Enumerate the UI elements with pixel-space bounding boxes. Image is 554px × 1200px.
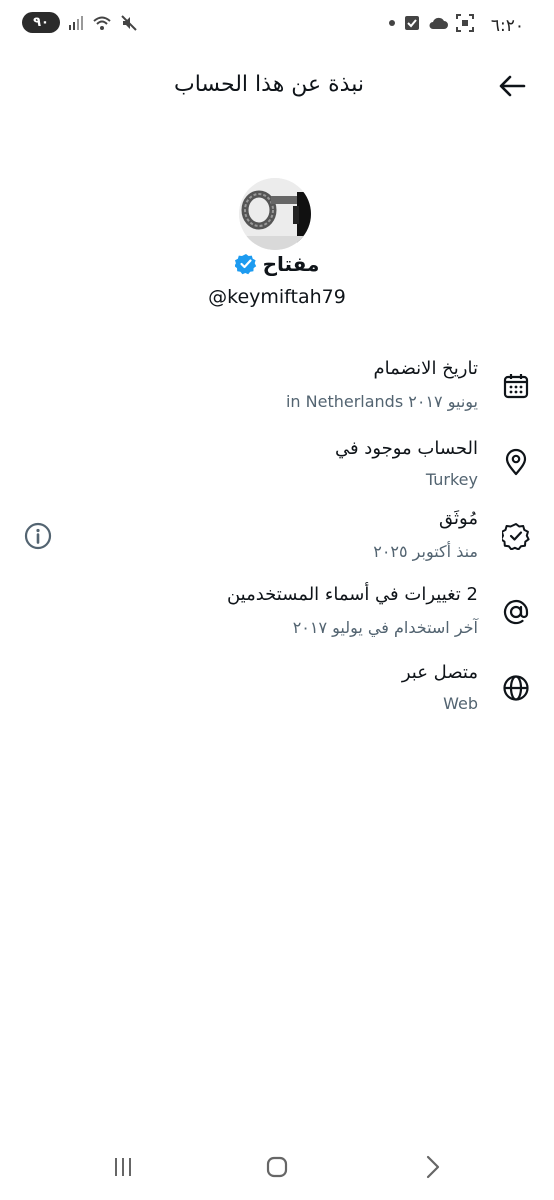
username-last-used: آخر استخدام في يوليو ٢٠١٧ [292,618,478,637]
key-image [239,178,311,250]
globe-icon [503,675,529,701]
wifi-icon [93,16,111,30]
screenshot-icon [456,14,474,32]
connected-via-value: Web [443,694,478,713]
name-row: مفتاح [0,252,554,276]
user-handle: @keymiftah79 [208,286,346,308]
cloud-icon [429,17,448,29]
back-icon[interactable] [418,1152,448,1182]
system-nav-bar [0,1130,554,1200]
detail-location: الحساب موجود في Turkey [0,428,554,498]
detail-join-date: تاريخ الانضمام يونيو ٢٠١٧ in Netherlands [0,350,554,420]
verified-check-icon [234,254,256,275]
location-label: الحساب موجود في [334,438,478,459]
verified-badge-icon [502,523,530,550]
at-sign-icon [503,599,529,625]
detail-verified: مُوثَق منذ أكتوبر ٢٠٢٥ [0,502,554,572]
display-name: مفتاح [262,252,320,276]
calendar-icon [503,374,529,399]
recents-icon[interactable] [108,1152,138,1182]
verified-label: مُوثَق [439,508,478,529]
location-value: Turkey [425,470,478,489]
username-changes-label: 2 تغييرات في أسماء المستخدمين [226,584,478,605]
detail-connected-via: متصل عبر Web [0,656,554,726]
page-title: نبذة عن هذا الحساب [173,72,364,97]
dot-icon [389,20,395,26]
header: نبذة عن هذا الحساب [0,60,554,112]
mute-icon [121,14,137,31]
status-icons-right [388,14,474,32]
signal-icon [69,15,83,30]
status-bar: ٩٠ ٦:٢٠ [0,0,554,52]
detail-username-changes[interactable]: 2 تغييرات في أسماء المستخدمين آخر استخدا… [0,578,554,648]
info-icon[interactable] [24,522,52,550]
join-date-value: يونيو ٢٠١٧ in Netherlands [285,392,478,411]
battery-indicator: ٩٠ [22,12,60,33]
check-box-icon [405,16,419,30]
verified-since: منذ أكتوبر ٢٠٢٥ [373,542,478,561]
status-time: ٦:٢٠ [490,16,524,36]
join-date-label: تاريخ الانضمام [373,358,478,379]
avatar[interactable] [239,178,311,250]
connected-via-label: متصل عبر [401,662,478,683]
status-icons-left: ٩٠ [22,12,138,33]
arrow-back-icon[interactable] [498,74,526,98]
location-pin-icon [505,448,527,476]
home-icon[interactable] [262,1152,292,1182]
